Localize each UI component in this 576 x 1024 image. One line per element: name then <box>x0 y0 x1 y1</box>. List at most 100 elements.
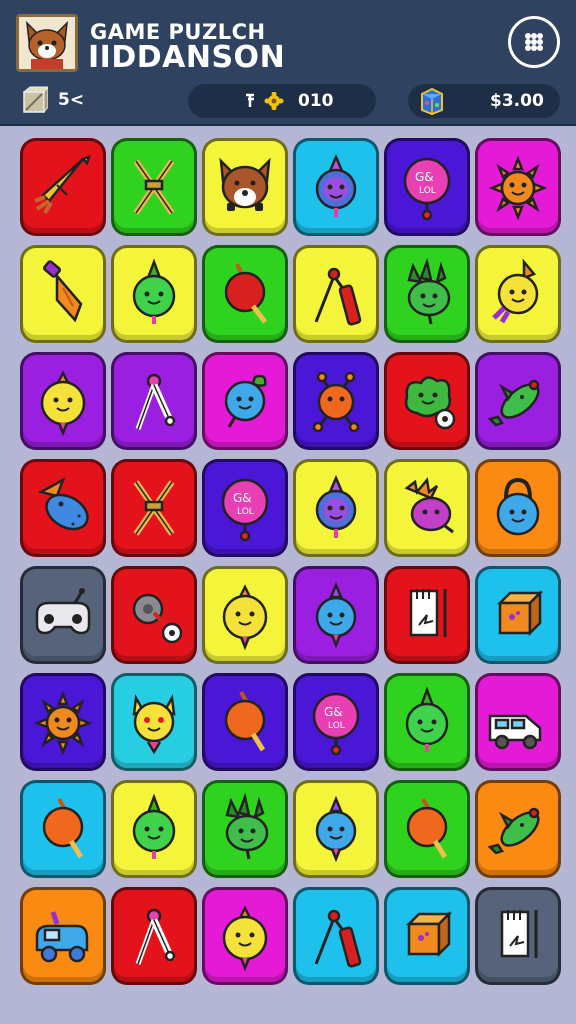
arrow-drill-icon <box>42 260 83 323</box>
board-tile[interactable] <box>20 352 106 450</box>
yellow-rocket-face-icon <box>492 258 539 324</box>
score-value: 010 <box>298 91 334 111</box>
board-tile[interactable] <box>111 352 197 450</box>
purple-berry-icon <box>404 477 454 534</box>
blue-face-icon <box>315 795 357 863</box>
board-tile[interactable] <box>111 673 197 771</box>
firecracker-icon <box>314 267 362 326</box>
orange-box-icon <box>496 589 544 637</box>
green-fruit-icon <box>405 686 449 752</box>
green-fish-icon <box>487 379 540 427</box>
board-tile[interactable] <box>20 566 106 664</box>
board-tile[interactable] <box>20 245 106 343</box>
board-tile[interactable] <box>384 352 470 450</box>
green-fish-icon <box>487 807 540 855</box>
menu-button[interactable] <box>508 16 560 68</box>
gem-box-icon <box>421 87 443 116</box>
board-tile[interactable] <box>111 245 197 343</box>
board-tile[interactable] <box>202 566 288 664</box>
svg-text:G&: G& <box>415 170 434 184</box>
board-tile[interactable] <box>20 673 106 771</box>
board-tile[interactable] <box>111 459 197 557</box>
green-fruit-icon <box>132 258 176 324</box>
board-tile[interactable] <box>293 138 379 236</box>
fox-avatar-icon <box>19 17 75 69</box>
orange-lollipop-icon <box>42 798 84 859</box>
board-tile[interactable] <box>293 566 379 664</box>
board-tile[interactable] <box>202 245 288 343</box>
purple-fruit-icon <box>315 153 357 217</box>
board-tile[interactable] <box>475 352 561 450</box>
board-tile[interactable] <box>293 887 379 985</box>
blue-car-icon <box>35 911 89 963</box>
board-tile[interactable] <box>202 887 288 985</box>
board-tile[interactable] <box>202 138 288 236</box>
board-tile[interactable] <box>20 887 106 985</box>
board-tile[interactable] <box>475 566 561 664</box>
compass-icon <box>135 908 176 965</box>
firecracker-icon <box>314 909 362 968</box>
purple-fruit-icon <box>315 474 357 538</box>
board-tile[interactable] <box>475 245 561 343</box>
orange-bug-icon <box>312 371 360 433</box>
compass-icon <box>135 373 176 430</box>
sun-face-icon <box>488 155 548 221</box>
orange-lollipop-icon <box>406 798 448 859</box>
board-tile[interactable] <box>475 138 561 236</box>
blue-kettlebell-icon <box>496 477 540 536</box>
book-icon <box>500 910 538 958</box>
board-tile[interactable] <box>475 459 561 557</box>
board-tile[interactable] <box>384 566 470 664</box>
board-tile[interactable]: G& LOL <box>293 673 379 771</box>
board-tile[interactable] <box>293 245 379 343</box>
board-tile[interactable] <box>20 780 106 878</box>
green-creature-icon <box>407 257 451 325</box>
avatar[interactable] <box>16 14 78 72</box>
top-bar: GAME PUZLCH IIDDANSON 5< 010 $3.00 <box>0 0 576 126</box>
fox-face-icon <box>219 157 271 211</box>
board-tile[interactable] <box>384 673 470 771</box>
board-tile[interactable] <box>475 780 561 878</box>
board-tile[interactable] <box>111 887 197 985</box>
board-tile[interactable] <box>111 566 197 664</box>
board-tile[interactable] <box>202 352 288 450</box>
board-tile[interactable] <box>475 887 561 985</box>
board-tile[interactable] <box>293 780 379 878</box>
blue-leaf-fruit-icon <box>224 374 267 428</box>
orange-lollipop-icon <box>224 691 266 752</box>
puzzle-board: G& LOL G& LOL G& LOL <box>20 138 561 1002</box>
board-tile[interactable] <box>475 673 561 771</box>
svg-text:G&: G& <box>324 705 343 719</box>
svg-text:LOL: LOL <box>328 721 345 731</box>
board-tile[interactable] <box>111 138 197 236</box>
green-creature-icon <box>225 792 269 860</box>
game-title-line2: IIDDANSON <box>88 40 286 75</box>
board-tile[interactable] <box>384 887 470 985</box>
candy-ball-icon: G&LOL <box>221 478 269 542</box>
money-panel: $3.00 <box>408 84 560 118</box>
board-tile[interactable] <box>202 780 288 878</box>
board-tile[interactable] <box>384 780 470 878</box>
board-tile[interactable] <box>202 673 288 771</box>
board-tile[interactable]: G& LOL <box>202 459 288 557</box>
board-tile[interactable]: G& LOL <box>384 138 470 236</box>
crate-icon <box>22 86 48 114</box>
crossed-sticks-icon <box>133 480 175 536</box>
board-tile[interactable] <box>293 459 379 557</box>
board-tile[interactable] <box>20 459 106 557</box>
svg-text:LOL: LOL <box>419 186 436 196</box>
candy-ball-icon: G&LOL <box>403 157 451 221</box>
candy-ball-icon: G&LOL <box>312 692 360 756</box>
board-tile[interactable] <box>111 780 197 878</box>
sun-face-icon <box>33 690 93 756</box>
rocket-icon <box>34 155 91 215</box>
red-lollipop-icon <box>224 263 267 324</box>
blue-face-icon <box>315 581 357 649</box>
board-tile[interactable] <box>384 245 470 343</box>
moves-counter: 5< <box>22 84 132 116</box>
blue-fish-icon <box>37 477 89 531</box>
board-tile[interactable] <box>293 352 379 450</box>
star-score-icon <box>246 92 284 110</box>
board-tile[interactable] <box>384 459 470 557</box>
board-tile[interactable] <box>20 138 106 236</box>
